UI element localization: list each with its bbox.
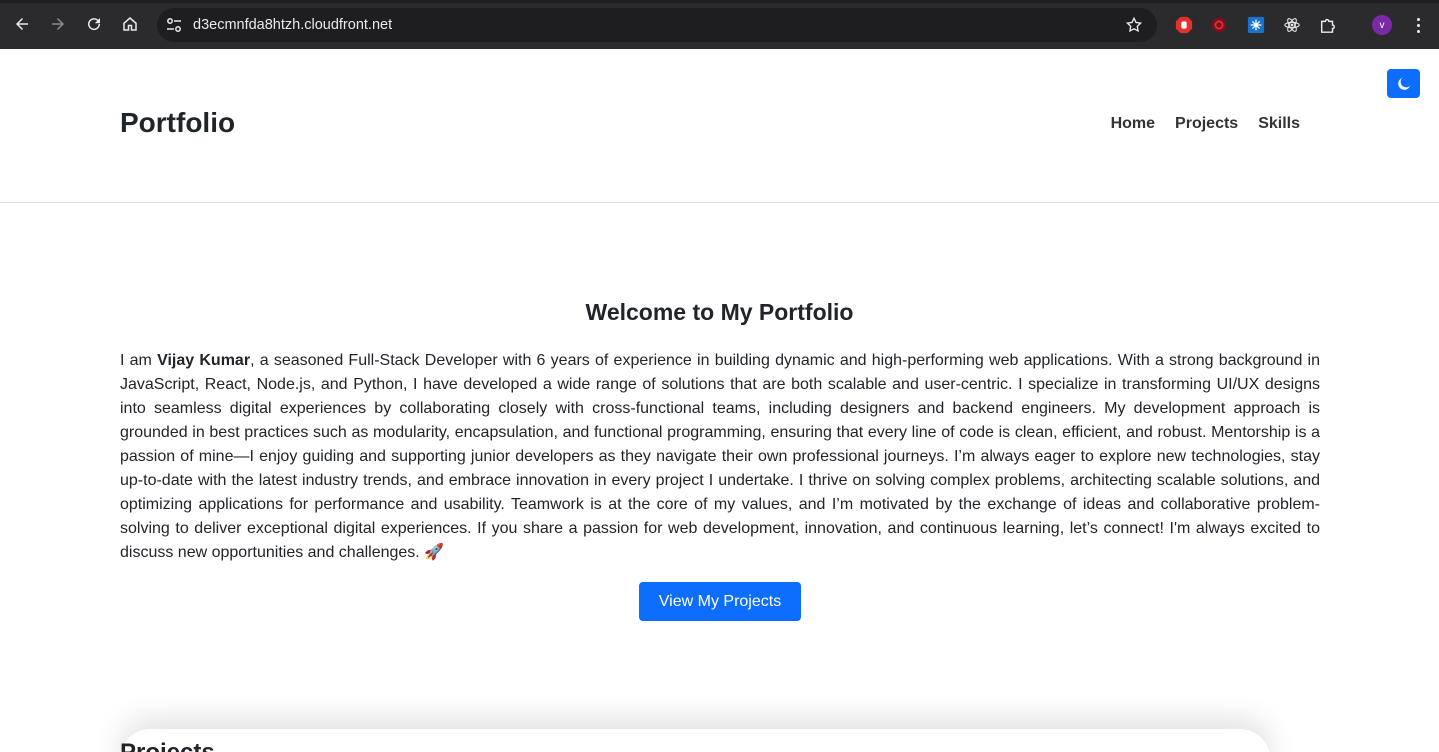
brand-title[interactable]: Portfolio	[120, 107, 235, 139]
back-icon[interactable]	[10, 12, 34, 36]
theme-toggle-button[interactable]	[1387, 69, 1420, 98]
nav-home-link[interactable]: Home	[1111, 115, 1155, 133]
address-bar[interactable]: d3ecmnfda8htzh.cloudfront.net	[157, 8, 1157, 42]
view-projects-button[interactable]: View My Projects	[639, 582, 801, 621]
extension-blue-icon[interactable]	[1246, 15, 1266, 35]
site-settings-icon[interactable]	[166, 17, 182, 33]
intro-text: , a seasoned Full-Stack Developer with 6…	[120, 352, 1321, 561]
projects-section-title: Projects	[120, 739, 215, 752]
reload-icon[interactable]	[82, 12, 106, 36]
moon-icon	[1397, 77, 1410, 90]
tab-strip-edge	[0, 0, 1439, 3]
projects-section-card	[120, 729, 1270, 752]
hero-title: Welcome to My Portfolio	[585, 299, 854, 325]
developer-name: Vijay Kumar	[157, 352, 251, 369]
extension-adblock-icon[interactable]	[1174, 15, 1194, 35]
main-nav: Home Projects Skills	[1111, 115, 1300, 133]
nav-projects-link[interactable]: Projects	[1175, 115, 1238, 133]
react-devtools-icon[interactable]	[1282, 15, 1302, 35]
star-icon[interactable]	[1125, 16, 1143, 34]
intro-prefix: I am	[120, 352, 158, 369]
profile-avatar[interactable]: v	[1372, 15, 1392, 35]
home-icon[interactable]	[118, 12, 142, 36]
portfolio-page: Portfolio Home Projects Skills Welcome t…	[0, 49, 1439, 752]
extension-red-icon[interactable]	[1209, 15, 1229, 35]
nav-skills-link[interactable]: Skills	[1258, 115, 1300, 133]
menu-icon[interactable]	[1409, 14, 1427, 36]
browser-toolbar: d3ecmnfda8htzh.cloudfront.net v	[0, 0, 1439, 49]
extensions-puzzle-icon[interactable]	[1318, 15, 1338, 35]
url-text[interactable]: d3ecmnfda8htzh.cloudfront.net	[193, 17, 392, 33]
site-header: Portfolio Home Projects Skills	[0, 49, 1439, 203]
hero-intro: I am Vijay Kumar, a seasoned Full-Stack …	[120, 349, 1320, 565]
forward-icon[interactable]	[46, 12, 70, 36]
